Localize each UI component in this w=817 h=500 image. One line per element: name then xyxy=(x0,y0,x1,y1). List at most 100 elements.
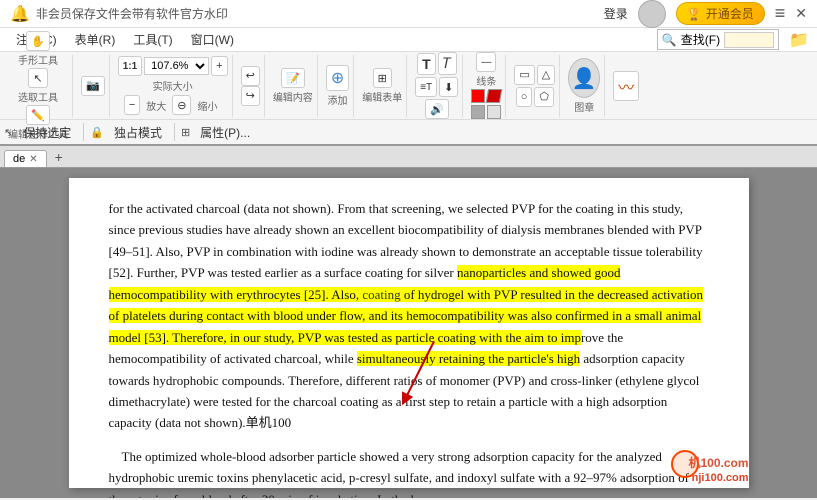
paragraph-1: for the activated charcoal (data not sho… xyxy=(109,198,709,434)
paragraph-2: The optimized whole-blood adsorber parti… xyxy=(109,446,709,498)
add-icon: ⊕ xyxy=(331,68,344,88)
edit-content-icon: 📝 xyxy=(286,72,300,85)
edit-table-label: 编辑表单 xyxy=(362,89,402,104)
menu-window[interactable]: 窗口(W) xyxy=(183,29,242,50)
banner-right: 登录 🏆 开通会员 ≡ ✕ xyxy=(604,0,807,28)
main-toolbar: ✋ 手形工具 ↖ 选取工具 ✏️ 编辑注释工具 📷 1:1 107 xyxy=(0,52,817,120)
gray-swatch[interactable] xyxy=(471,105,485,119)
light-gray-swatch[interactable] xyxy=(487,105,501,119)
redo-button[interactable]: ↪ xyxy=(241,86,260,106)
vip-icon: 🏆 xyxy=(687,7,702,21)
edit-table-button[interactable]: ⊞ xyxy=(373,68,392,88)
undo-icon: ↩ xyxy=(246,69,255,82)
menu-form[interactable]: 表单(R) xyxy=(67,29,124,50)
search-label: 查找(F) xyxy=(681,31,720,48)
rectangle-button[interactable]: ▭ xyxy=(514,65,534,85)
shrink-icon: ⊖ xyxy=(177,99,186,112)
rectangle-icon: ▭ xyxy=(519,68,529,81)
tab-bar: de ✕ + xyxy=(0,146,817,168)
dark-red-swatch[interactable] xyxy=(486,89,502,103)
shrink-label: 缩小 xyxy=(197,98,217,113)
shrink-button[interactable]: ⊖ xyxy=(172,95,191,115)
actual-size-button[interactable]: 1:1 xyxy=(118,56,142,76)
add-button[interactable]: ⊕ xyxy=(326,65,349,91)
line-icon: — xyxy=(481,57,491,68)
text-tool-button[interactable]: T xyxy=(417,53,436,75)
circle-annotation xyxy=(671,450,699,478)
menu-icon[interactable]: ≡ xyxy=(775,3,786,24)
properties-button[interactable]: 属性(P)... xyxy=(194,122,256,143)
bell-icon: 🔔 xyxy=(10,4,30,24)
search-input-area xyxy=(724,32,774,48)
red-color-swatch[interactable] xyxy=(471,89,485,103)
keep-selected-button[interactable]: 保持选定 xyxy=(17,122,77,143)
top-banner: 🔔 非会员保存文件会带有软件官方水印 登录 🏆 开通会员 ≡ ✕ xyxy=(0,0,817,28)
text-align-button[interactable]: ≡T xyxy=(415,77,437,97)
text-cursor-button[interactable]: 𝑇 xyxy=(438,52,457,75)
tool-group-table: ⊞ 编辑表单 xyxy=(358,55,407,117)
tool-group-shapes: ▭ △ ○ ⬠ xyxy=(510,55,560,117)
vip-button[interactable]: 🏆 开通会员 xyxy=(676,2,765,25)
brush-button[interactable]: 〰 xyxy=(613,71,639,101)
tool-group-brush: 〰 xyxy=(609,55,643,117)
folder-icon[interactable]: 📁 xyxy=(789,30,809,50)
cursor-small-icon: ↖ xyxy=(4,126,13,139)
add-label: 添加 xyxy=(328,92,348,107)
close-window-icon[interactable]: ✕ xyxy=(795,5,807,22)
add-tab-button[interactable]: + xyxy=(49,147,69,167)
brush-icon: 〰 xyxy=(618,74,634,98)
banner-left: 🔔 非会员保存文件会带有软件官方水印 xyxy=(10,4,228,24)
menu-tools[interactable]: 工具(T) xyxy=(125,29,180,50)
exclusive-mode-button[interactable]: 独占模式 xyxy=(108,122,168,143)
search-toolbar: 🔍 查找(F) xyxy=(657,29,779,50)
actual-size-icon: 1:1 xyxy=(123,61,137,72)
search-icon: 🔍 xyxy=(662,33,677,47)
line-label: 线条 xyxy=(476,73,496,88)
circle-icon: ○ xyxy=(521,91,528,103)
hand-icon: ✋ xyxy=(31,35,45,48)
enlarge-label: 放大 xyxy=(146,98,166,113)
pentagon-button[interactable]: ⬠ xyxy=(534,87,554,107)
hand-tool-button[interactable]: ✋ xyxy=(26,31,50,51)
zoom-select[interactable]: 107.6% xyxy=(144,57,209,75)
banner-message: 非会员保存文件会带有软件官方水印 xyxy=(36,5,228,22)
avatar-icon: 👤 xyxy=(568,58,600,98)
login-button[interactable]: 登录 xyxy=(604,5,628,22)
separator-1 xyxy=(83,123,84,141)
zoom-out-button[interactable]: − xyxy=(124,95,140,115)
stamp-label: 图章 xyxy=(574,99,594,114)
tab-de[interactable]: de ✕ xyxy=(4,150,47,167)
table-icon: ⊞ xyxy=(378,72,387,85)
circle-button[interactable]: ○ xyxy=(516,87,533,107)
speaker-icon: 🔊 xyxy=(430,103,444,116)
undo-button[interactable]: ↩ xyxy=(241,66,260,86)
triangle-button[interactable]: △ xyxy=(537,65,555,85)
actual-size-label: 实际大小 xyxy=(153,78,193,93)
camera-icon: 📷 xyxy=(86,79,100,92)
properties-icon: ⊞ xyxy=(181,126,190,139)
speaker-button[interactable]: 🔊 xyxy=(425,99,449,119)
tab-close-de[interactable]: ✕ xyxy=(29,154,37,165)
tool-group-edit: 📝 编辑内容 xyxy=(269,55,318,117)
text-down-icon: ⬇ xyxy=(444,81,453,94)
select-tool-button[interactable]: ↖ xyxy=(28,68,47,88)
plus-icon: + xyxy=(216,60,222,72)
text-down-button[interactable]: ⬇ xyxy=(439,77,458,97)
cursor-icon: ↖ xyxy=(33,72,42,85)
line-button[interactable]: — xyxy=(476,52,496,72)
edit-content-button[interactable]: 📝 xyxy=(281,68,305,88)
align-icon: ≡T xyxy=(420,82,432,93)
pentagon-icon: ⬠ xyxy=(539,90,549,103)
pencil-annotation-icon: ✏️ xyxy=(31,109,45,122)
document-area[interactable]: for the activated charcoal (data not sho… xyxy=(0,168,817,498)
snapshot-button[interactable]: 📷 xyxy=(81,76,105,96)
tool-group-history: ↩ ↪ xyxy=(237,55,265,117)
select-tool-label: 选取工具 xyxy=(18,89,58,104)
zoom-in-button[interactable]: + xyxy=(211,56,227,76)
tool-group-stamp: 👤 图章 xyxy=(564,55,605,117)
hand-tool-label: 手形工具 xyxy=(18,52,58,67)
tool-group-snapshot: 📷 xyxy=(77,55,110,117)
edit-content-label: 编辑内容 xyxy=(273,89,313,104)
tool-group-zoom: 1:1 107.6% + 实际大小 − 放大 ⊖ 缩小 xyxy=(114,55,233,117)
watermark-2: nji100.com xyxy=(692,470,749,488)
